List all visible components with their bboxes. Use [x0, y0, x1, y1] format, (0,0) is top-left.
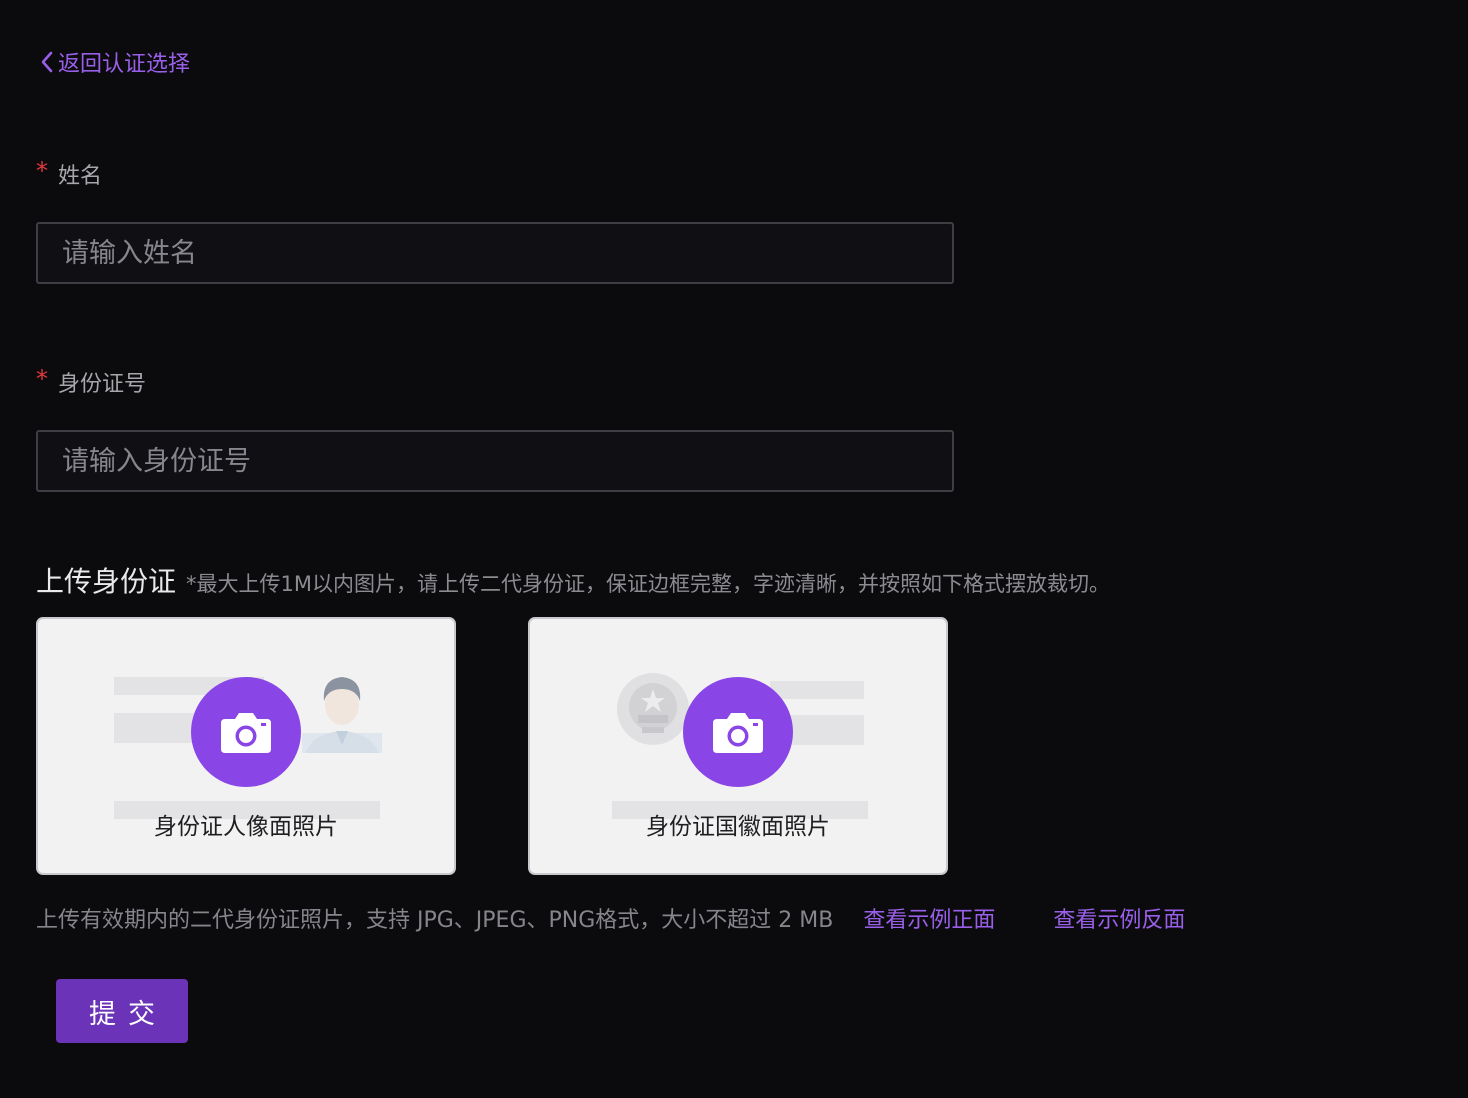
- upload-title: 上传身份证: [36, 565, 177, 598]
- national-emblem-icon: [617, 673, 689, 745]
- placeholder-line: [770, 681, 864, 699]
- camera-icon: [221, 713, 271, 753]
- required-mark: *: [36, 365, 48, 393]
- submit-button[interactable]: 提交: [56, 979, 188, 1043]
- id-front-caption: 身份证人像面照片: [154, 814, 338, 840]
- upload-section-header: 上传身份证 *最大上传1M以内图片，请上传二代身份证，保证边框完整，字迹清晰，并…: [36, 560, 1110, 600]
- name-label: * 姓名: [36, 157, 103, 190]
- back-link[interactable]: 返回认证选择: [38, 46, 190, 78]
- camera-upload-button[interactable]: [191, 677, 301, 787]
- portrait-silhouette-icon: [302, 677, 382, 753]
- upload-requirements-note: 上传有效期内的二代身份证照片，支持 JPG、JPEG、PNG格式，大小不超过 2…: [36, 908, 834, 933]
- id-number-label: * 身份证号: [36, 365, 147, 398]
- id-front-upload-card[interactable]: 身份证人像面照片: [36, 617, 456, 875]
- name-label-text: 姓名: [58, 164, 103, 189]
- id-number-label-text: 身份证号: [58, 372, 147, 397]
- view-sample-front-link[interactable]: 查看示例正面: [863, 902, 995, 934]
- id-back-upload-card[interactable]: 身份证国徽面照片: [528, 617, 948, 875]
- upload-hint: *最大上传1M以内图片，请上传二代身份证，保证边框完整，字迹清晰，并按照如下格式…: [186, 572, 1110, 596]
- camera-icon: [713, 713, 763, 753]
- view-sample-back-link[interactable]: 查看示例反面: [1053, 902, 1185, 934]
- id-back-caption: 身份证国徽面照片: [646, 814, 830, 840]
- back-link-label: 返回认证选择: [58, 52, 191, 77]
- name-input[interactable]: [36, 222, 954, 284]
- chevron-left-icon: [41, 51, 53, 73]
- id-verification-page: 返回认证选择 * 姓名 * 身份证号 上传身份证 *最大上传1M以内图片，请上传…: [0, 0, 1468, 1098]
- upload-requirements-row: 上传有效期内的二代身份证照片，支持 JPG、JPEG、PNG格式，大小不超过 2…: [36, 902, 1185, 934]
- required-mark: *: [36, 157, 48, 185]
- id-number-input[interactable]: [36, 430, 954, 492]
- camera-upload-button[interactable]: [683, 677, 793, 787]
